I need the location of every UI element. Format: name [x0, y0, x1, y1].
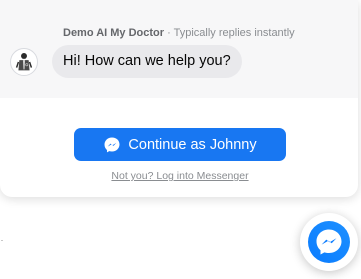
greeting-bubble: Hi! How can we help you?	[52, 45, 242, 78]
reply-time: Typically replies instantly	[173, 27, 295, 39]
page-header: Demo AI My Doctor · Typically replies in…	[63, 27, 295, 39]
messenger-icon	[308, 221, 350, 263]
greeting-area: Demo AI My Doctor · Typically replies in…	[0, 0, 358, 98]
messenger-icon	[104, 137, 120, 152]
page-name: Demo AI My Doctor	[63, 27, 165, 39]
chat-plugin-dialog: Demo AI My Doctor · Typically replies in…	[0, 0, 358, 197]
login-link[interactable]: Not you? Log into Messenger	[0, 170, 358, 182]
messenger-launcher-button[interactable]	[300, 213, 358, 271]
continue-as-button[interactable]: Continue as Johnny	[74, 128, 286, 161]
separator: ·	[164, 27, 174, 39]
doctor-avatar-icon	[15, 52, 33, 71]
edge-mark	[1, 240, 3, 241]
continue-button-label: Continue as Johnny	[128, 136, 257, 153]
page-avatar	[10, 48, 38, 76]
